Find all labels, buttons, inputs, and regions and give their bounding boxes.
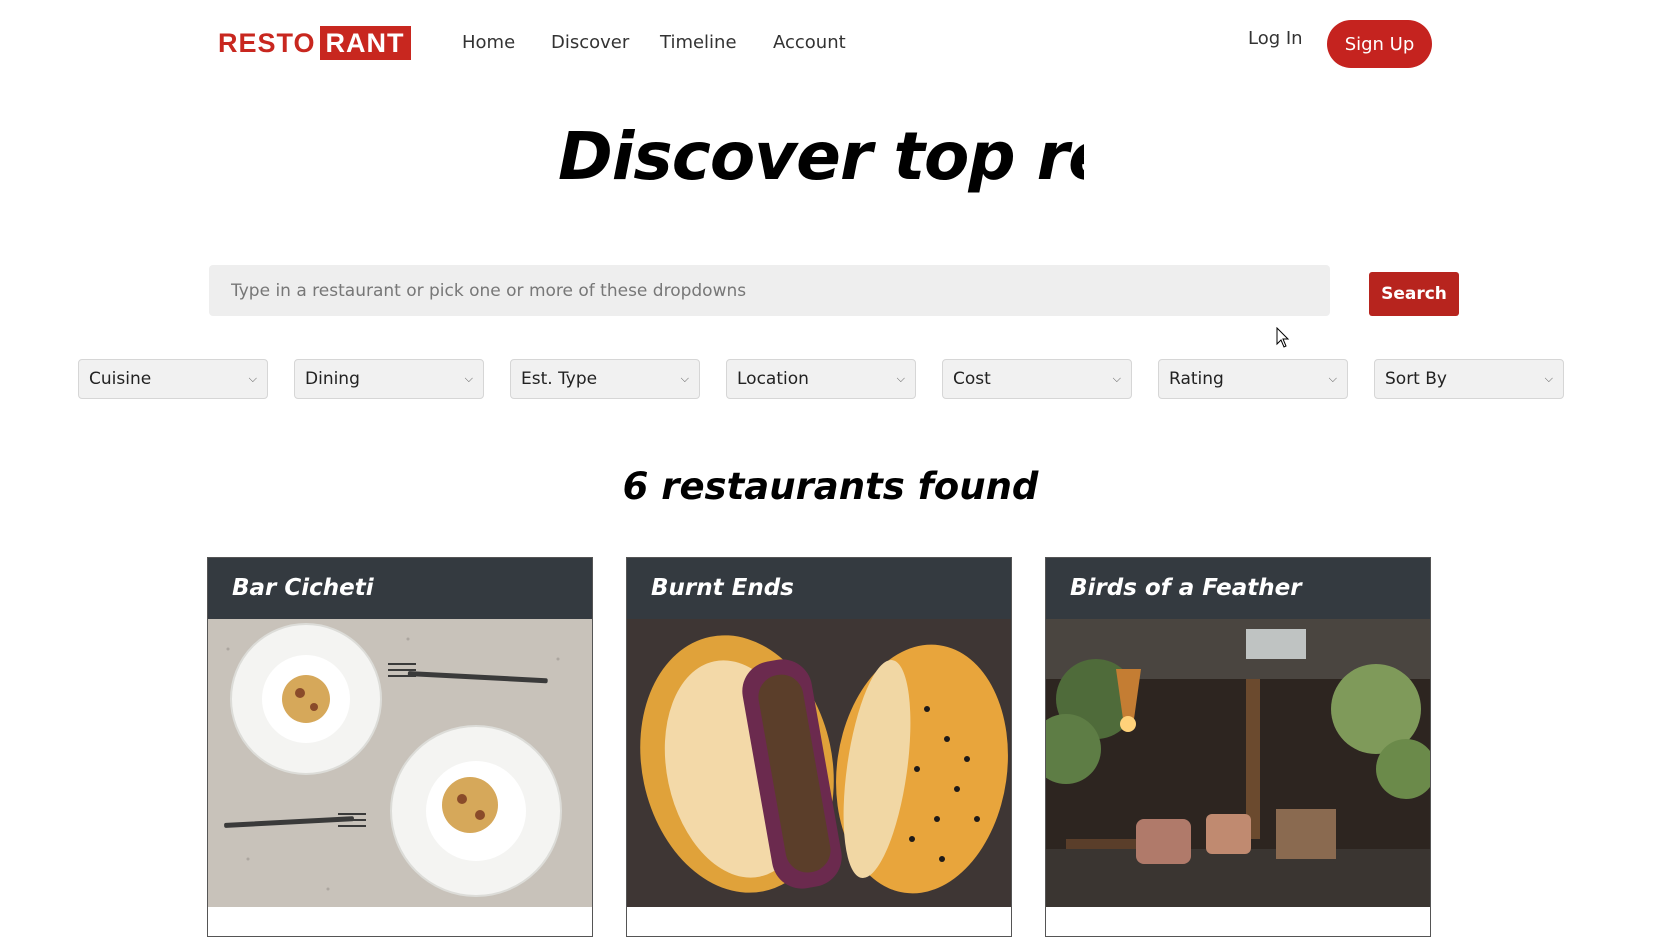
cost-dropdown[interactable]: Cost ⌵ (942, 359, 1132, 399)
restaurant-name: Bar Cicheti (208, 558, 592, 619)
dropdown-label: Dining (305, 369, 360, 389)
dropdown-label: Cost (953, 369, 991, 389)
logo-text-resto: RESTO (218, 27, 316, 58)
dropdown-label: Rating (1169, 369, 1224, 389)
mouse-cursor-icon (1276, 327, 1290, 348)
search-input[interactable] (209, 265, 1330, 316)
restaurant-card[interactable]: Burnt Ends (626, 557, 1012, 937)
dropdown-label: Location (737, 369, 809, 389)
chevron-down-icon: ⌵ (680, 372, 689, 385)
nav-timeline[interactable]: Timeline (660, 32, 737, 53)
est-type-dropdown[interactable]: Est. Type ⌵ (510, 359, 700, 399)
chevron-down-icon: ⌵ (464, 372, 473, 385)
login-link[interactable]: Log In (1248, 28, 1303, 49)
rating-dropdown[interactable]: Rating ⌵ (1158, 359, 1348, 399)
chevron-down-icon: ⌵ (1544, 372, 1553, 385)
chevron-down-icon: ⌵ (896, 372, 905, 385)
search-button[interactable]: Search (1369, 272, 1459, 316)
restaurant-name: Birds of a Feather (1046, 558, 1430, 619)
restaurant-interior-image (1046, 619, 1430, 907)
logo[interactable]: RESTO RANT (218, 26, 411, 60)
burger-image (627, 619, 1011, 907)
nav-discover[interactable]: Discover (551, 32, 629, 53)
chevron-down-icon: ⌵ (1112, 372, 1121, 385)
logo-text-rant: RANT (319, 26, 411, 60)
sort-by-dropdown[interactable]: Sort By ⌵ (1374, 359, 1564, 399)
nav-account[interactable]: Account (773, 32, 846, 53)
cuisine-dropdown[interactable]: Cuisine ⌵ (78, 359, 268, 399)
results-count: 6 restaurants found (622, 465, 1039, 508)
restaurant-name: Burnt Ends (627, 558, 1011, 619)
restaurant-card[interactable]: Bar Cicheti (207, 557, 593, 937)
location-dropdown[interactable]: Location ⌵ (726, 359, 916, 399)
dropdown-label: Est. Type (521, 369, 598, 389)
chevron-down-icon: ⌵ (248, 372, 257, 385)
hero-title: Discover top restaurants (558, 118, 1084, 195)
chevron-down-icon: ⌵ (1328, 372, 1337, 385)
restaurant-card[interactable]: Birds of a Feather (1045, 557, 1431, 937)
nav-home[interactable]: Home (462, 32, 515, 53)
dropdown-label: Cuisine (89, 369, 152, 389)
pasta-dish-image (208, 619, 592, 907)
dropdown-label: Sort By (1385, 369, 1447, 389)
signup-button[interactable]: Sign Up (1327, 20, 1432, 68)
dining-dropdown[interactable]: Dining ⌵ (294, 359, 484, 399)
